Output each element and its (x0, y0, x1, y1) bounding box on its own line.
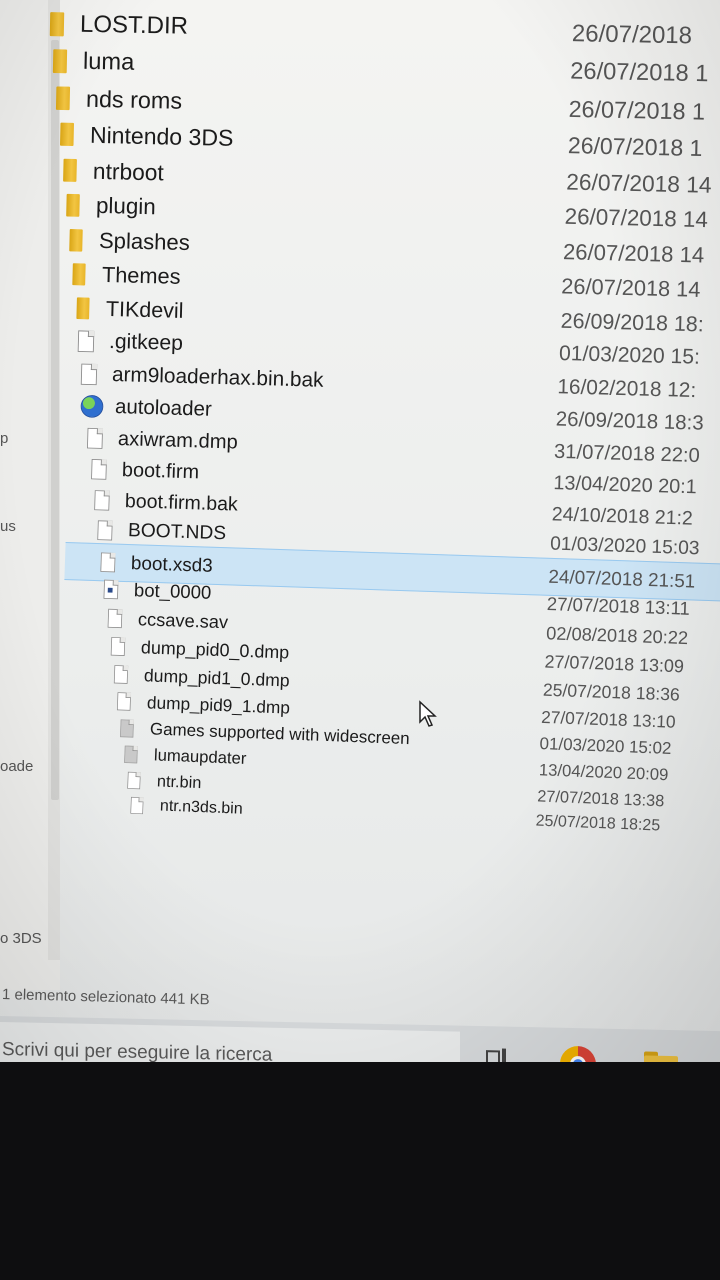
app-globe-icon (79, 392, 106, 421)
file-date-modified: 26/07/2018 14 (561, 273, 702, 303)
mouse-cursor-icon (419, 700, 437, 727)
file-icon (85, 455, 112, 484)
chrome-icon[interactable] (560, 1045, 596, 1062)
file-explorer-icon[interactable] (642, 1047, 678, 1062)
file-date-modified: 13/04/2020 20:1 (552, 471, 697, 499)
file-date-modified: 26/07/2018 14 (565, 167, 712, 198)
file-date-modified: 25/07/2018 18:25 (535, 812, 661, 835)
folder-icon (66, 260, 93, 289)
taskbar: Scrivi qui per eseguire la ricerca (0, 1016, 720, 1062)
file-date-modified: 01/03/2020 15:03 (549, 533, 700, 560)
folder-icon (56, 156, 83, 185)
search-placeholder: Scrivi qui per eseguire la ricerca (2, 1039, 273, 1062)
file-date-modified: 26/07/2018 1 (567, 131, 703, 161)
file-date-modified: 24/10/2018 21:2 (551, 502, 693, 530)
file-icon (92, 516, 119, 545)
file-date-modified: 16/02/2018 12: (557, 375, 697, 403)
folder-icon (44, 10, 71, 38)
file-date-modified: 26/07/2018 (571, 20, 693, 50)
file-icon (72, 327, 99, 356)
file-icon (82, 424, 109, 453)
folder-icon (53, 120, 80, 149)
folder-icon (63, 226, 90, 255)
file-date-modified: 26/07/2018 1 (568, 95, 706, 125)
file-icon (76, 360, 103, 389)
file-icon (123, 791, 150, 820)
folder-icon (47, 47, 74, 76)
status-bar: 1 elemento selezionato 441 KB (0, 984, 720, 1008)
file-date-modified: 26/07/2018 1 (570, 58, 709, 88)
folder-icon (60, 191, 87, 220)
file-date-modified: 26/07/2018 14 (562, 239, 705, 268)
folder-icon (69, 294, 96, 323)
taskbar-search-box[interactable]: Scrivi qui per eseguire la ricerca (0, 1022, 460, 1062)
file-date-modified: 01/03/2020 15: (558, 342, 701, 370)
folder-icon (50, 84, 77, 113)
task-view-icon[interactable] (482, 1044, 518, 1062)
file-list: LOST.DIR 26/07/2018 luma 26/07/2018 1 nds ro… (0, 0, 720, 990)
file-date-modified: 26/07/2018 14 (564, 204, 709, 233)
explorer-window: p us oade o 3DS ∨ LOST.DIR26/07/2018luma… (0, 0, 720, 1062)
selection-status: 1 elemento selezionato 441 KB (1, 986, 210, 1009)
file-icon (88, 486, 115, 515)
file-date-modified: 26/09/2018 18:3 (555, 407, 705, 435)
file-date-modified: 26/09/2018 18: (560, 308, 704, 336)
file-date-modified: 31/07/2018 22:0 (554, 440, 701, 467)
